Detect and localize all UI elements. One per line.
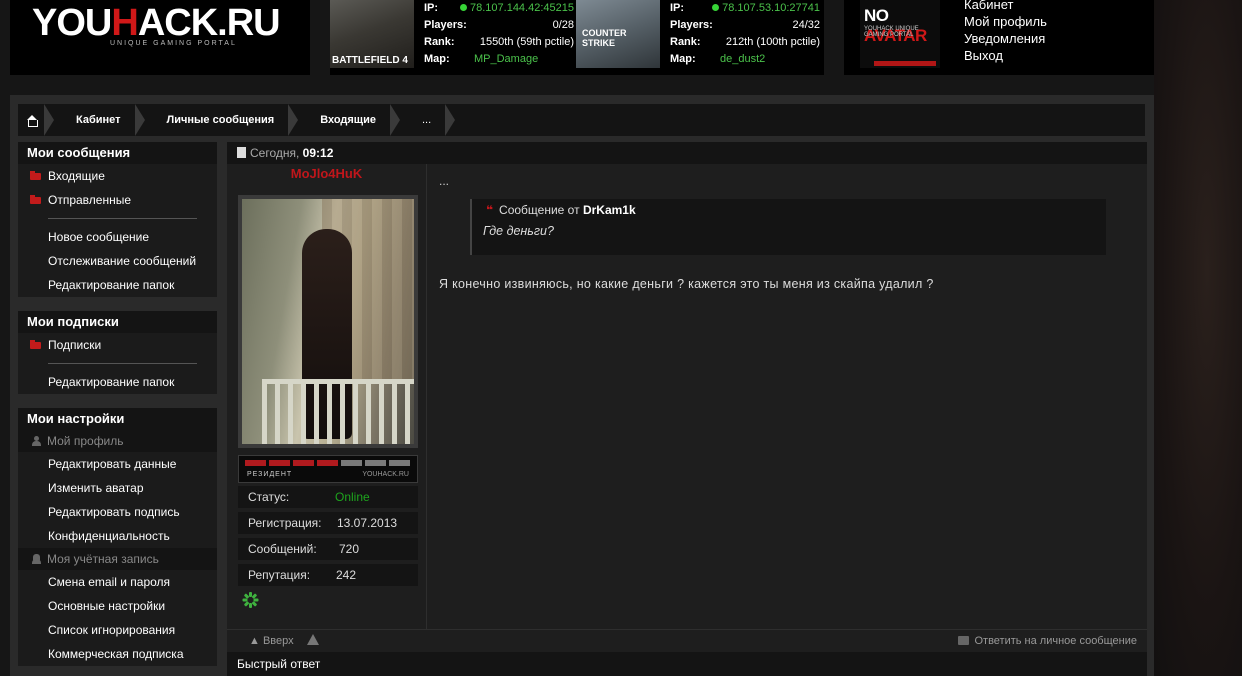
rank-badge: РЕЗИДЕНТ YOUHACK.RU	[238, 455, 418, 483]
rank-segment	[341, 460, 362, 466]
quick-reply-title: Быстрый ответ	[227, 652, 1147, 676]
rank-segment	[365, 460, 386, 466]
main-content: Кабинет Личные сообщения Входящие ... Мо…	[10, 95, 1154, 676]
reply-button[interactable]: Ответить на личное сообщение	[958, 635, 1137, 647]
site-logo[interactable]: YOUHACK.RU UNIQUE GAMING PORTAL	[10, 0, 310, 75]
scroll-up-link[interactable]: ▲ Вверх	[249, 635, 294, 647]
server-monitor: BATTLEFIELD 4 IP: 78.107.144.42:45215 Pla…	[330, 0, 824, 75]
document-icon	[237, 147, 246, 158]
sidebar-item-new-message[interactable]: Новое сообщение	[18, 225, 217, 249]
divider	[48, 363, 197, 364]
sidebar-item-commercial[interactable]: Коммерческая подписка	[18, 642, 217, 666]
private-message: Сегодня, 09:12 MoJlo4HuK РЕЗИДЕНТ YOUHAC…	[227, 142, 1147, 676]
quote-icon: ❝	[486, 203, 494, 217]
sidebar-item-subscriptions[interactable]: Подписки	[18, 333, 217, 357]
breadcrumb: Кабинет Личные сообщения Входящие ...	[18, 104, 1145, 136]
stat-registration: Регистрация: 13.07.2013	[238, 512, 418, 534]
status-dot-icon	[460, 4, 467, 11]
report-icon[interactable]	[307, 634, 319, 645]
bf4-banner: BATTLEFIELD 4	[330, 0, 414, 68]
sidebar-item-basic-settings[interactable]: Основные настройки	[18, 594, 217, 618]
sidebar-section-profile: Мой профиль	[18, 430, 217, 452]
user-icon	[31, 436, 41, 446]
breadcrumb-private-messages[interactable]: Личные сообщения	[143, 104, 298, 136]
menu-my-profile[interactable]: Мой профиль	[964, 13, 1047, 30]
status-dot-icon	[712, 4, 720, 11]
cs-banner: COUNTER STRIKE	[576, 0, 660, 68]
sidebar-item-ignore-list[interactable]: Список игнорирования	[18, 618, 217, 642]
online-spinner-icon	[242, 592, 259, 608]
message-header: Сегодня, 09:12	[227, 142, 1147, 164]
reply-icon	[958, 636, 970, 645]
user-panel: NO AVATAR YOUHACK UNIQUE GAMING PORTAL К…	[844, 0, 1154, 75]
server-info: IP: 78.107.53.10:27741 Players: 24/32 Rank…	[670, 2, 820, 65]
author-avatar[interactable]	[238, 195, 418, 448]
stat-posts: Сообщений: 720	[238, 538, 418, 560]
sidebar-item-change-email[interactable]: Смена email и пароля	[18, 570, 217, 594]
menu-notifications[interactable]: Уведомления	[964, 30, 1047, 47]
home-icon	[26, 114, 38, 127]
sidebar-item-edit-folders[interactable]: Редактирование папок	[18, 273, 217, 297]
quote-author: DrKam1k	[582, 203, 636, 217]
sidebar-title: Мои настройки	[27, 411, 125, 426]
background-art	[1154, 0, 1242, 676]
rank-segment	[245, 460, 266, 466]
rank-segment	[389, 460, 410, 466]
author-info: MoJlo4HuK РЕЗИДЕНТ YOUHACK.RU Статус: Onl…	[227, 164, 427, 629]
menu-cabinet[interactable]: Кабинет	[964, 0, 1047, 13]
sidebar-title: Мои сообщения	[27, 145, 131, 160]
stat-status: Статус: Online	[238, 486, 418, 508]
breadcrumb-current: ...	[398, 104, 456, 136]
menu-logout[interactable]: Выход	[964, 47, 1047, 64]
rank-level-bar	[245, 460, 410, 466]
message-body: ... ❝ Сообщение от DrKam1k Где деньги? Я …	[437, 164, 1137, 291]
breadcrumb-inbox[interactable]: Входящие	[296, 104, 400, 136]
divider	[48, 218, 197, 219]
message-time: 09:12	[302, 146, 334, 160]
sidebar-item-inbox[interactable]: Входящие	[18, 164, 217, 188]
sidebar-section-account: Моя учётная запись	[18, 548, 217, 570]
sidebar-settings: Мои настройки Мой профиль Редактировать …	[18, 408, 217, 666]
sidebar-item-sent[interactable]: Отправленные	[18, 188, 217, 212]
sidebar-item-tracking[interactable]: Отслеживание сообщений	[18, 249, 217, 273]
server-info: IP: 78.107.144.42:45215 Players: 0/28 Rank…	[424, 2, 574, 65]
message-quote: ❝ Сообщение от DrKam1k Где деньги?	[470, 199, 1106, 255]
sidebar-item-edit-folders[interactable]: Редактирование папок	[18, 370, 217, 394]
avatar[interactable]: NO AVATAR YOUHACK UNIQUE GAMING PORTAL	[860, 0, 940, 68]
lock-icon	[31, 554, 41, 564]
breadcrumb-home[interactable]	[18, 104, 54, 136]
sidebar: Мои сообщения Входящие Отправленные Ново…	[18, 142, 217, 676]
sidebar-title: Мои подписки	[27, 314, 119, 329]
message-text: Я конечно извиняюсь, но какие деньги ? к…	[439, 277, 934, 291]
sidebar-item-privacy[interactable]: Конфиденциальность	[18, 524, 217, 548]
sidebar-item-change-avatar[interactable]: Изменить аватар	[18, 476, 217, 500]
rank-segment	[317, 460, 338, 466]
message-footer: ▲ Вверх Ответить на личное сообщение	[227, 629, 1147, 651]
user-menu: Кабинет Мой профиль Уведомления Выход	[964, 0, 1047, 64]
breadcrumb-cabinet[interactable]: Кабинет	[52, 104, 145, 136]
sidebar-item-edit-data[interactable]: Редактировать данные	[18, 452, 217, 476]
logo-tagline: UNIQUE GAMING PORTAL	[110, 40, 237, 47]
sidebar-subscriptions: Мои подписки Подписки Редактирование пап…	[18, 311, 217, 394]
rank-segment	[269, 460, 290, 466]
rank-segment	[293, 460, 314, 466]
sidebar-messages: Мои сообщения Входящие Отправленные Ново…	[18, 142, 217, 297]
message-title: ...	[439, 174, 450, 188]
author-name[interactable]: MoJlo4HuK	[227, 166, 426, 186]
quote-text: Где деньги?	[483, 224, 554, 238]
sidebar-item-edit-signature[interactable]: Редактировать подпись	[18, 500, 217, 524]
logo-text: YOUHACK.RU	[32, 2, 281, 44]
stat-reputation: Репутация: 242	[238, 564, 418, 586]
